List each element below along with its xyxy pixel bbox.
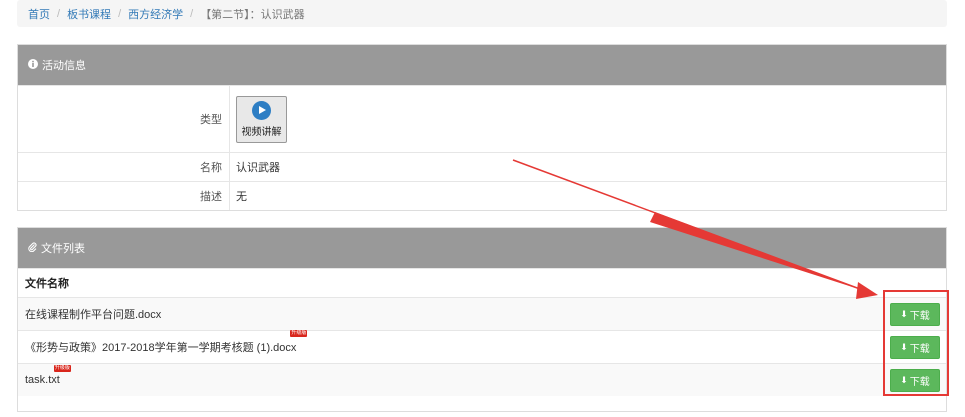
name-label: 名称 [18, 153, 230, 181]
info-row-type: 类型 视频讲解 [18, 85, 946, 152]
video-type-tile[interactable]: 视频讲解 [236, 95, 287, 143]
breadcrumb: 首页 / 板书课程 / 西方经济学 / 【第二节】：认识武器 [17, 0, 947, 27]
file-row: task.txt 升级版 ⬇ 下载 [18, 363, 946, 396]
file-column-header: 文件名称 [18, 268, 946, 297]
breadcrumb-separator: / [57, 7, 61, 20]
type-label: 类型 [18, 86, 230, 152]
file-list-panel: 文件列表 文件名称 在线课程制作平台问题.docx ⬇ 下载 《形势与政策》20… [17, 227, 947, 412]
breadcrumb-home-link[interactable]: 首页 [28, 6, 50, 22]
play-icon [252, 100, 271, 120]
file-name: 《形势与政策》2017-2018学年第一学期考核题 (1).docx 升级版 [25, 330, 308, 355]
video-type-label: 视频讲解 [241, 126, 282, 138]
activity-info-panel: 活动信息 类型 视频讲解 名称 认识武器 描述 无 [17, 44, 947, 211]
activity-info-title: 活动信息 [42, 60, 86, 72]
file-row: 《形势与政策》2017-2018学年第一学期考核题 (1).docx 升级版 ⬇… [18, 330, 946, 363]
file-name: 在线课程制作平台问题.docx [25, 306, 161, 322]
file-name: task.txt 升级版 [25, 365, 71, 386]
file-name-text: 《形势与政策》2017-2018学年第一学期考核题 (1).docx [25, 342, 297, 354]
info-circle-icon [28, 58, 38, 72]
breadcrumb-current: 【第二节】：认识武器 [200, 8, 305, 21]
upgrade-badge: 升级版 [290, 330, 308, 337]
file-list-title: 文件列表 [41, 243, 85, 255]
desc-label: 描述 [18, 182, 230, 210]
activity-info-heading: 活动信息 [18, 45, 946, 85]
breadcrumb-subject-link[interactable]: 西方经济学 [128, 6, 183, 22]
file-list-heading: 文件列表 [18, 228, 946, 268]
breadcrumb-separator: / [190, 7, 194, 20]
upgrade-badge: 升级版 [53, 365, 71, 372]
type-value: 视频讲解 [230, 86, 946, 152]
highlight-box [883, 290, 949, 396]
breadcrumb-courses-link[interactable]: 板书课程 [67, 6, 111, 22]
desc-value: 无 [236, 191, 247, 203]
info-row-desc: 描述 无 [18, 181, 946, 210]
file-name-text: 在线课程制作平台问题.docx [25, 309, 162, 321]
name-value: 认识武器 [236, 162, 280, 174]
file-name-text: task.txt [25, 374, 60, 386]
breadcrumb-separator: / [118, 7, 122, 20]
paperclip-icon [28, 241, 37, 255]
info-row-name: 名称 认识武器 [18, 152, 946, 181]
file-row: 在线课程制作平台问题.docx ⬇ 下载 [18, 297, 946, 330]
